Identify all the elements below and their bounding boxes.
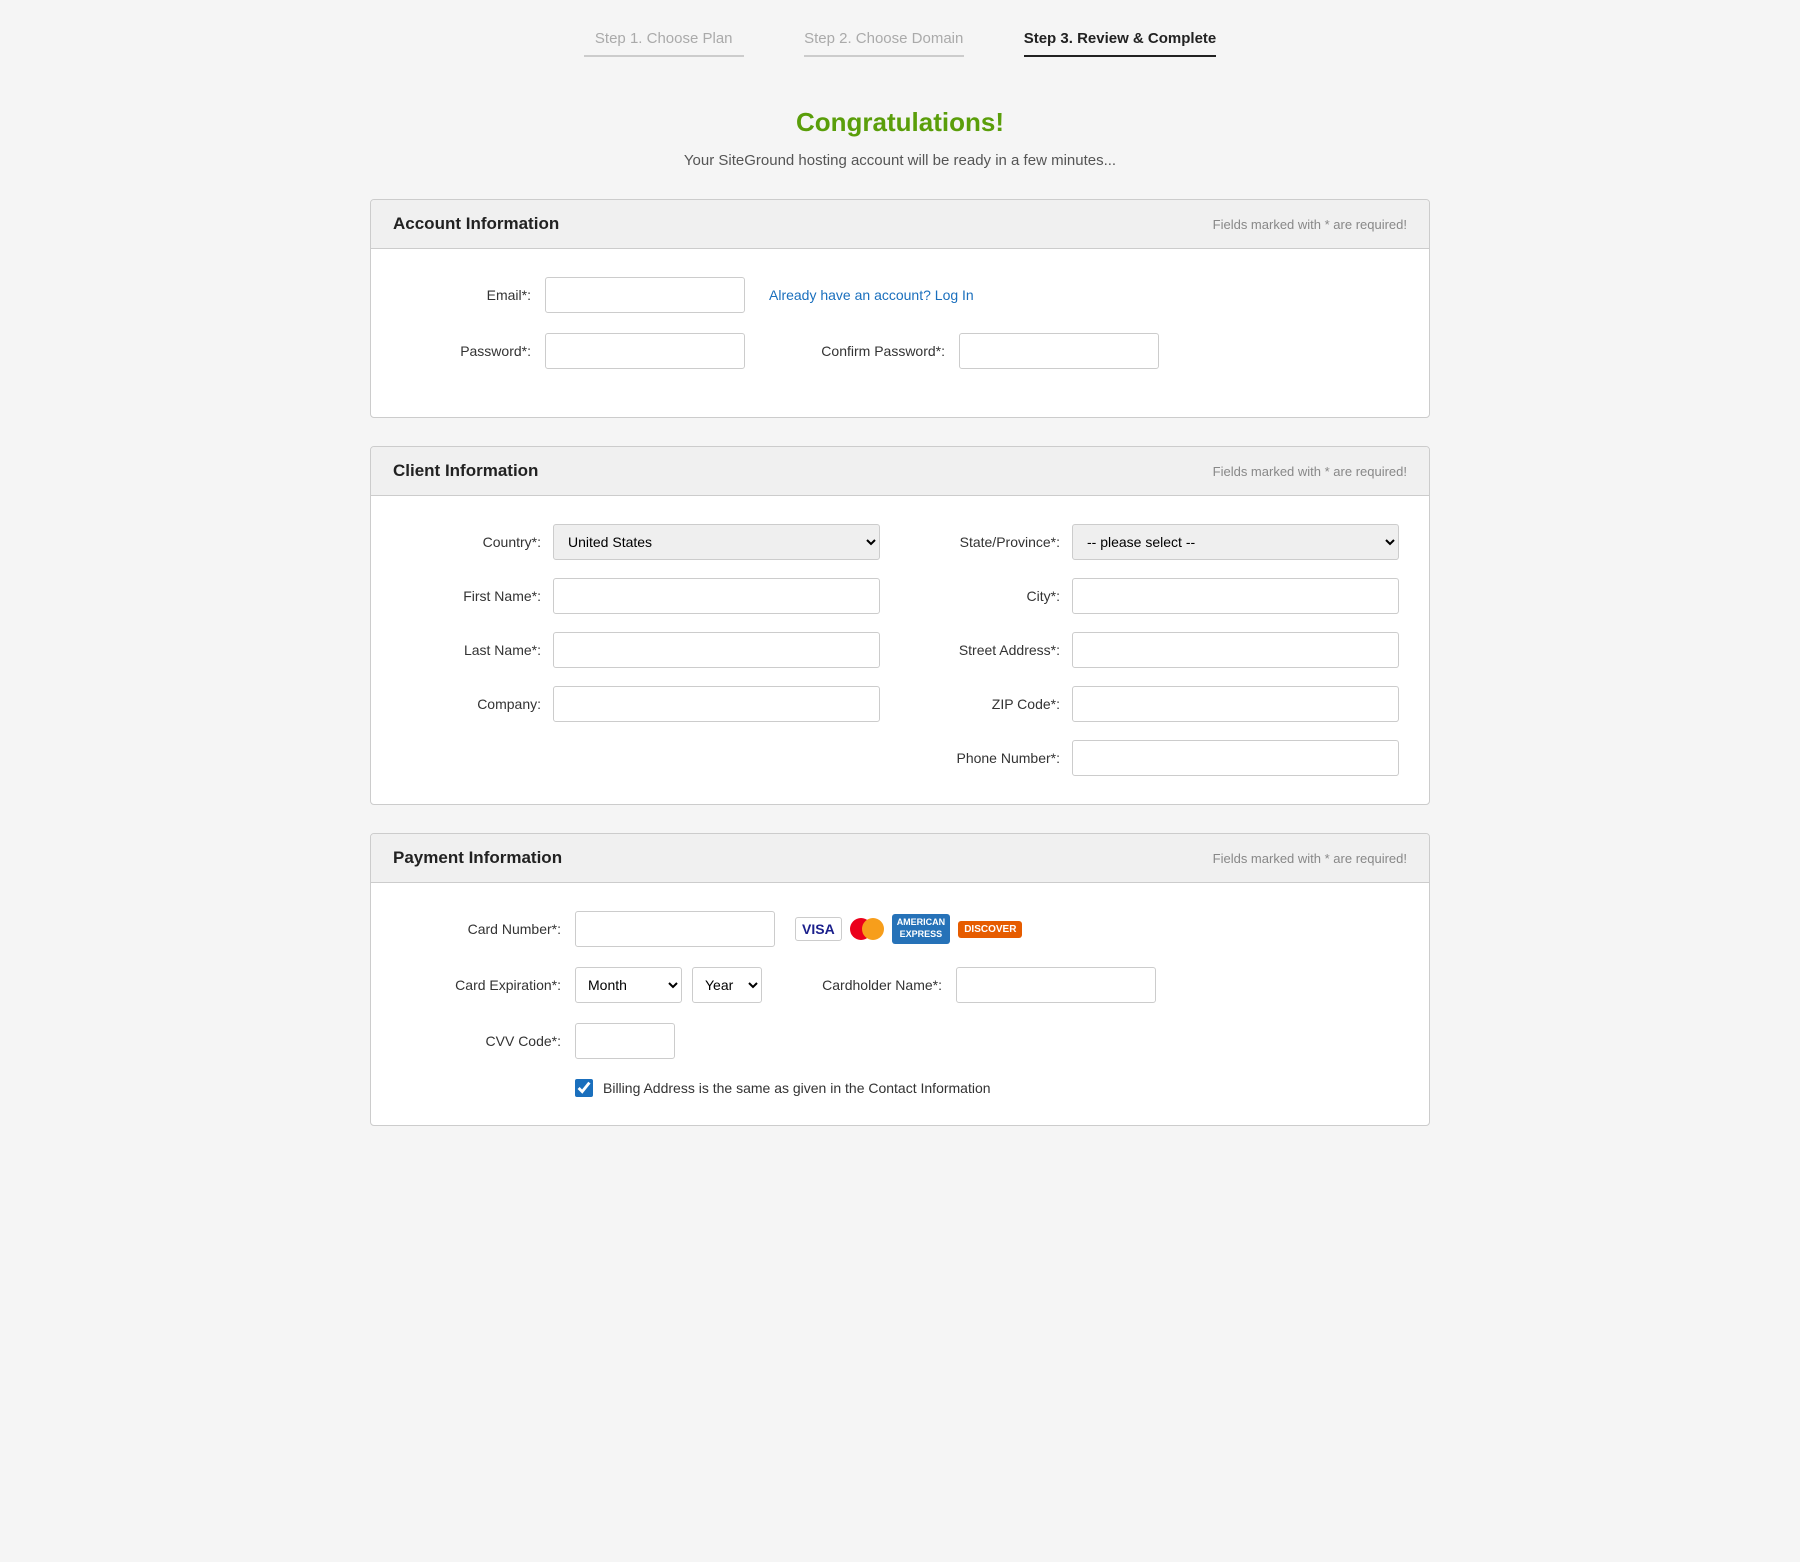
already-have-account-link[interactable]: Already have an account? Log In — [769, 287, 974, 303]
confirm-password-field[interactable] — [959, 333, 1159, 369]
payment-info-body: Card Number*: VISA AMERICANEXPRESS DISCO… — [371, 883, 1429, 1125]
city-input[interactable] — [1072, 578, 1399, 614]
congrats-subtitle: Your SiteGround hosting account will be … — [370, 152, 1430, 169]
billing-same-checkbox[interactable] — [575, 1079, 593, 1097]
step2-label: Step 2. Choose Domain — [804, 30, 963, 55]
step1-underline — [584, 55, 744, 57]
payment-info-title: Payment Information — [393, 848, 562, 868]
payment-info-card: Payment Information Fields marked with *… — [370, 833, 1430, 1126]
country-label: Country*: — [401, 534, 541, 550]
company-field: Company: — [401, 686, 880, 722]
phone-field: Phone Number*: — [920, 740, 1399, 776]
street-field: Street Address*: — [920, 632, 1399, 668]
mc-right-circle — [862, 918, 884, 940]
expiry-selects: MonthJanuaryFebruaryMarchAprilMayJuneJul… — [575, 967, 762, 1003]
last-name-input[interactable] — [553, 632, 880, 668]
cvv-label: CVV Code*: — [401, 1033, 561, 1049]
card-expiration-row: Card Expiration*: MonthJanuaryFebruaryMa… — [401, 967, 1399, 1003]
mastercard-icon — [850, 918, 884, 940]
year-select[interactable]: Year202420252026202720282029203020312032… — [692, 967, 762, 1003]
first-name-input[interactable] — [553, 578, 880, 614]
account-info-card: Account Information Fields marked with *… — [370, 199, 1430, 418]
empty-placeholder — [401, 740, 880, 776]
card-expiration-label: Card Expiration*: — [401, 977, 561, 993]
steps-nav: Step 1. Choose Plan Step 2. Choose Domai… — [370, 30, 1430, 67]
first-name-label: First Name*: — [401, 588, 541, 604]
state-select[interactable]: -- please select --AlabamaAlaskaArizonaC… — [1072, 524, 1399, 560]
cardholder-label: Cardholder Name*: — [782, 977, 942, 993]
zip-field: ZIP Code*: — [920, 686, 1399, 722]
password-field[interactable] — [545, 333, 745, 369]
zip-input[interactable] — [1072, 686, 1399, 722]
visa-icon: VISA — [795, 917, 842, 941]
client-info-body: Country*: United StatesCanadaUnited King… — [371, 496, 1429, 804]
client-info-title: Client Information — [393, 461, 538, 481]
billing-same-label: Billing Address is the same as given in … — [603, 1080, 991, 1096]
step3-item: Step 3. Review & Complete — [994, 30, 1247, 67]
step1-label: Step 1. Choose Plan — [595, 30, 733, 55]
client-info-note: Fields marked with * are required! — [1213, 464, 1407, 479]
city-label: City*: — [920, 588, 1060, 604]
phone-input[interactable] — [1072, 740, 1399, 776]
zip-label: ZIP Code*: — [920, 696, 1060, 712]
email-label: Email*: — [401, 287, 531, 303]
city-field: City*: — [920, 578, 1399, 614]
billing-address-row: Billing Address is the same as given in … — [575, 1079, 1399, 1097]
cardholder-input[interactable] — [956, 967, 1156, 1003]
step1-item: Step 1. Choose Plan — [554, 30, 774, 67]
card-icons: VISA AMERICANEXPRESS DISCOVER — [795, 914, 1022, 943]
password-label: Password*: — [401, 343, 531, 359]
card-number-row: Card Number*: VISA AMERICANEXPRESS DISCO… — [401, 911, 1399, 947]
password-row: Password*: Confirm Password*: — [401, 333, 1399, 369]
payment-info-note: Fields marked with * are required! — [1213, 851, 1407, 866]
step3-underline — [1024, 55, 1217, 57]
email-field[interactable] — [545, 277, 745, 313]
company-input[interactable] — [553, 686, 880, 722]
account-info-note: Fields marked with * are required! — [1213, 217, 1407, 232]
account-info-title: Account Information — [393, 214, 559, 234]
discover-icon: DISCOVER — [958, 921, 1022, 938]
payment-info-header: Payment Information Fields marked with *… — [371, 834, 1429, 883]
client-grid: Country*: United StatesCanadaUnited King… — [401, 524, 1399, 776]
month-select[interactable]: MonthJanuaryFebruaryMarchAprilMayJuneJul… — [575, 967, 682, 1003]
cvv-input[interactable] — [575, 1023, 675, 1059]
state-label: State/Province*: — [920, 534, 1060, 550]
step2-item: Step 2. Choose Domain — [774, 30, 994, 67]
client-info-card: Client Information Fields marked with * … — [370, 446, 1430, 805]
street-label: Street Address*: — [920, 642, 1060, 658]
client-info-header: Client Information Fields marked with * … — [371, 447, 1429, 496]
last-name-label: Last Name*: — [401, 642, 541, 658]
step2-underline — [804, 55, 964, 57]
street-input[interactable] — [1072, 632, 1399, 668]
first-name-field: First Name*: — [401, 578, 880, 614]
account-info-body: Email*: Already have an account? Log In … — [371, 249, 1429, 417]
country-field: Country*: United StatesCanadaUnited King… — [401, 524, 880, 560]
cvv-row: CVV Code*: — [401, 1023, 1399, 1059]
last-name-field: Last Name*: — [401, 632, 880, 668]
card-number-input[interactable] — [575, 911, 775, 947]
phone-label: Phone Number*: — [920, 750, 1060, 766]
congrats-title: Congratulations! — [370, 107, 1430, 138]
step3-label: Step 3. Review & Complete — [1024, 30, 1217, 55]
confirm-password-label: Confirm Password*: — [785, 343, 945, 359]
amex-icon: AMERICANEXPRESS — [892, 914, 951, 943]
company-label: Company: — [401, 696, 541, 712]
country-select[interactable]: United StatesCanadaUnited KingdomAustral… — [553, 524, 880, 560]
card-number-label: Card Number*: — [401, 921, 561, 937]
state-field: State/Province*: -- please select --Alab… — [920, 524, 1399, 560]
email-row: Email*: Already have an account? Log In — [401, 277, 1399, 313]
account-info-header: Account Information Fields marked with *… — [371, 200, 1429, 249]
